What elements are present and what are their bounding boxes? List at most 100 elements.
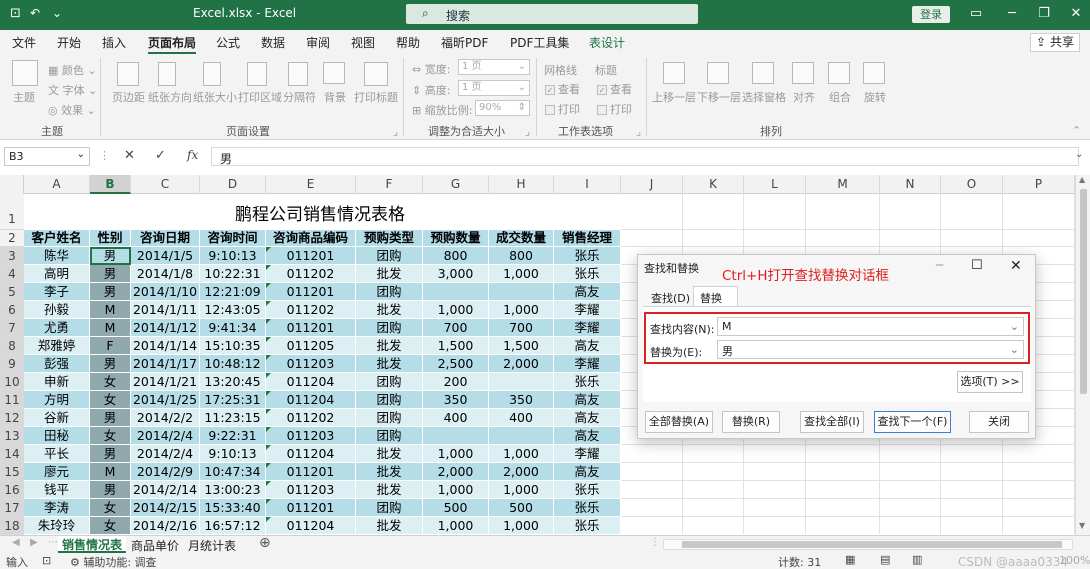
table-cell[interactable]: 高友	[554, 427, 621, 445]
column-header-I[interactable]: I	[554, 175, 621, 194]
normal-view-icon[interactable]: ▦	[845, 553, 855, 566]
table-cell[interactable]: 张乐	[554, 265, 621, 283]
select-all-button[interactable]	[0, 175, 24, 194]
name-box[interactable]: B3 ⌄	[4, 147, 90, 166]
table-cell[interactable]: 2014/2/15	[131, 499, 200, 517]
table-cell[interactable]: 廖元	[24, 463, 90, 481]
table-cell[interactable]: 011202	[266, 409, 356, 427]
table-cell[interactable]: 平长	[24, 445, 90, 463]
table-cell[interactable]: 团购	[356, 283, 423, 301]
background-button[interactable]: 背景	[324, 89, 346, 105]
page-setup-launcher-icon[interactable]: ⌟	[393, 125, 398, 138]
table-cell[interactable]: 1,000	[489, 301, 554, 319]
table-cell[interactable]: 男	[90, 445, 131, 463]
print-titles-icon[interactable]	[364, 62, 388, 86]
print-area-icon[interactable]	[247, 62, 267, 86]
table-cell[interactable]: 2014/2/4	[131, 427, 200, 445]
orientation-icon[interactable]	[158, 62, 176, 86]
table-cell[interactable]: 高友	[554, 463, 621, 481]
table-cell[interactable]: 2014/1/14	[131, 337, 200, 355]
table-cell[interactable]: 批发	[356, 463, 423, 481]
table-cell[interactable]: 团购	[356, 427, 423, 445]
table-cell[interactable]: 1,000	[423, 445, 489, 463]
table-cell[interactable]: 12:43:05	[200, 301, 266, 319]
table-cell[interactable]: 800	[423, 247, 489, 265]
close-window-icon[interactable]: ✕	[1066, 6, 1086, 21]
menu-pdf-tools[interactable]: PDF工具集	[510, 34, 569, 51]
cancel-icon[interactable]: ✕	[124, 148, 135, 163]
scale-input[interactable]: 90% ⇕	[475, 100, 530, 116]
table-cell[interactable]: 2014/1/12	[131, 319, 200, 337]
column-header-L[interactable]: L	[744, 175, 806, 194]
table-header-cell[interactable]: 咨询日期	[131, 230, 200, 247]
table-header-cell[interactable]: 销售经理	[554, 230, 621, 247]
table-header-cell[interactable]: 性别	[90, 230, 131, 247]
table-cell[interactable]: 男	[90, 355, 131, 373]
column-header-N[interactable]: N	[880, 175, 941, 194]
menu-home[interactable]: 开始	[57, 34, 81, 51]
scroll-down-icon[interactable]: ▼	[1079, 521, 1085, 530]
margins-button[interactable]: 页边距	[112, 89, 145, 105]
row-header-14[interactable]: 14	[0, 445, 24, 463]
menu-view[interactable]: 视图	[351, 34, 375, 51]
row-header-2[interactable]: 2	[0, 230, 24, 247]
column-header-J[interactable]: J	[621, 175, 683, 194]
table-cell[interactable]: 高友	[554, 283, 621, 301]
insert-function-icon[interactable]: fx	[187, 148, 198, 162]
table-cell[interactable]: 2014/2/9	[131, 463, 200, 481]
table-cell[interactable]: 2,500	[423, 355, 489, 373]
table-cell[interactable]: 011202	[266, 301, 356, 319]
replace-button[interactable]: 替换(R)	[722, 411, 780, 433]
scroll-up-icon[interactable]: ▲	[1079, 175, 1085, 184]
table-cell[interactable]: 10:48:12	[200, 355, 266, 373]
table-cell[interactable]: 张乐	[554, 247, 621, 265]
table-cell[interactable]: 400	[423, 409, 489, 427]
table-cell[interactable]: 李耀	[554, 319, 621, 337]
table-cell[interactable]: 高明	[24, 265, 90, 283]
table-cell[interactable]: 350	[489, 391, 554, 409]
login-button[interactable]: 登录	[912, 6, 950, 23]
send-backward-button[interactable]: 下移一层	[697, 89, 741, 105]
table-cell[interactable]: 批发	[356, 355, 423, 373]
table-cell[interactable]: 2014/1/8	[131, 265, 200, 283]
table-cell[interactable]: 1,000	[489, 445, 554, 463]
table-cell[interactable]: 500	[423, 499, 489, 517]
table-cell[interactable]: 16:57:12	[200, 517, 266, 535]
table-cell[interactable]: 张乐	[554, 499, 621, 517]
table-cell[interactable]: 男	[90, 409, 131, 427]
menu-data[interactable]: 数据	[261, 34, 285, 51]
table-cell[interactable]: 1,500	[423, 337, 489, 355]
table-cell[interactable]: 张乐	[554, 373, 621, 391]
table-cell[interactable]: 团购	[356, 319, 423, 337]
orientation-button[interactable]: 纸张方向	[148, 89, 192, 105]
table-cell[interactable]: 李耀	[554, 445, 621, 463]
close-button[interactable]: 关闭	[969, 411, 1029, 433]
table-cell[interactable]: 1,500	[489, 337, 554, 355]
align-button[interactable]: 对齐	[793, 89, 815, 105]
table-cell[interactable]: 张乐	[554, 517, 621, 535]
table-cell[interactable]: 011204	[266, 373, 356, 391]
column-header-B[interactable]: B	[90, 175, 131, 194]
table-cell[interactable]: 15:33:40	[200, 499, 266, 517]
table-cell[interactable]: 9:10:13	[200, 445, 266, 463]
table-cell[interactable]: 1,000	[423, 301, 489, 319]
table-cell[interactable]: 2014/1/10	[131, 283, 200, 301]
row-header-15[interactable]: 15	[0, 463, 24, 481]
table-cell[interactable]: 1,000	[489, 481, 554, 499]
row-header-7[interactable]: 7	[0, 319, 24, 337]
breaks-button[interactable]: 分隔符	[283, 89, 316, 105]
replace-all-button[interactable]: 全部替换(A)	[645, 411, 713, 433]
tab-split-icon[interactable]: ⋮	[650, 537, 660, 548]
column-header-E[interactable]: E	[266, 175, 356, 194]
table-cell[interactable]: 批发	[356, 445, 423, 463]
row-header-18[interactable]: 18	[0, 517, 24, 535]
table-cell[interactable]: 张乐	[554, 481, 621, 499]
table-cell[interactable]: 2014/2/14	[131, 481, 200, 499]
table-cell[interactable]: 011204	[266, 517, 356, 535]
row-header-10[interactable]: 10	[0, 373, 24, 391]
next-sheet-icon[interactable]: ▶	[30, 537, 38, 548]
breaks-icon[interactable]	[288, 62, 308, 86]
page-break-view-icon[interactable]: ▥	[912, 553, 922, 566]
table-cell[interactable]: 2,000	[423, 463, 489, 481]
table-cell[interactable]: 10:22:31	[200, 265, 266, 283]
